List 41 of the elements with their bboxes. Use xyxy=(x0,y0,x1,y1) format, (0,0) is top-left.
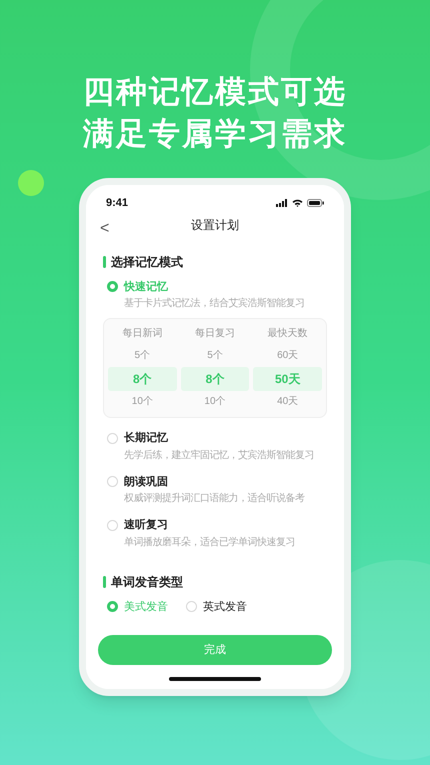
picker-header: 最快天数 xyxy=(268,326,308,341)
back-button[interactable]: < xyxy=(100,217,110,241)
pronunciation-option[interactable]: 英式发音 xyxy=(203,598,247,615)
section-title: 选择记忆模式 xyxy=(111,254,183,270)
headline: 满足专属学习需求 xyxy=(83,115,347,153)
section-marker xyxy=(103,576,106,588)
radio-button[interactable] xyxy=(186,601,197,612)
mode-name[interactable]: 速听复习 xyxy=(124,517,168,534)
done-button[interactable]: 完成 xyxy=(98,635,332,665)
picker-option[interactable]: 40天 xyxy=(253,391,322,413)
page-title: 设置计划 xyxy=(191,216,239,234)
picker-option[interactable]: 10个 xyxy=(180,391,250,413)
radio-button[interactable] xyxy=(107,476,118,488)
mode-name[interactable]: 长期记忆 xyxy=(124,430,168,446)
mode-description: 先学后练，建立牢固记忆，艾宾浩斯智能复习 xyxy=(123,448,315,462)
picker-option[interactable]: 5个 xyxy=(108,345,177,367)
radio-button[interactable] xyxy=(107,601,118,612)
pronunciation-option[interactable]: 美式发音 xyxy=(124,598,168,615)
picker-header: 每日新词 xyxy=(122,326,162,341)
picker-header: 每日复习 xyxy=(194,327,235,341)
picker-option[interactable]: 5个 xyxy=(180,345,250,367)
section-title: 单词发音类型 xyxy=(111,574,183,590)
picker-option[interactable]: 8个 xyxy=(108,367,177,391)
mode-name[interactable]: 朗读巩固 xyxy=(124,474,168,490)
battery-icon xyxy=(307,199,324,207)
picker-option[interactable]: 10个 xyxy=(108,391,177,413)
headline: 四种记忆模式可选 xyxy=(83,73,347,111)
section-marker xyxy=(103,256,106,268)
wifi-icon xyxy=(292,199,303,207)
picker-option[interactable]: 8个 xyxy=(180,367,250,391)
radio-button[interactable] xyxy=(107,281,118,292)
radio-button[interactable] xyxy=(107,520,118,531)
radio-button[interactable] xyxy=(107,432,118,444)
mode-name[interactable]: 快速记忆 xyxy=(124,278,168,295)
picker-option[interactable]: 60天 xyxy=(253,345,322,367)
signal-icon xyxy=(276,199,288,207)
mode-description: 权威评测提升词汇口语能力，适合听说备考 xyxy=(123,492,306,505)
mode-description: 基于卡片式记忆法，结合艾宾浩斯智能复习 xyxy=(123,297,306,310)
mode-description: 单词播放磨耳朵，适合已学单词快速复习 xyxy=(123,536,296,548)
picker-option[interactable]: 50天 xyxy=(253,367,322,391)
status-time: 9:41 xyxy=(106,196,128,211)
